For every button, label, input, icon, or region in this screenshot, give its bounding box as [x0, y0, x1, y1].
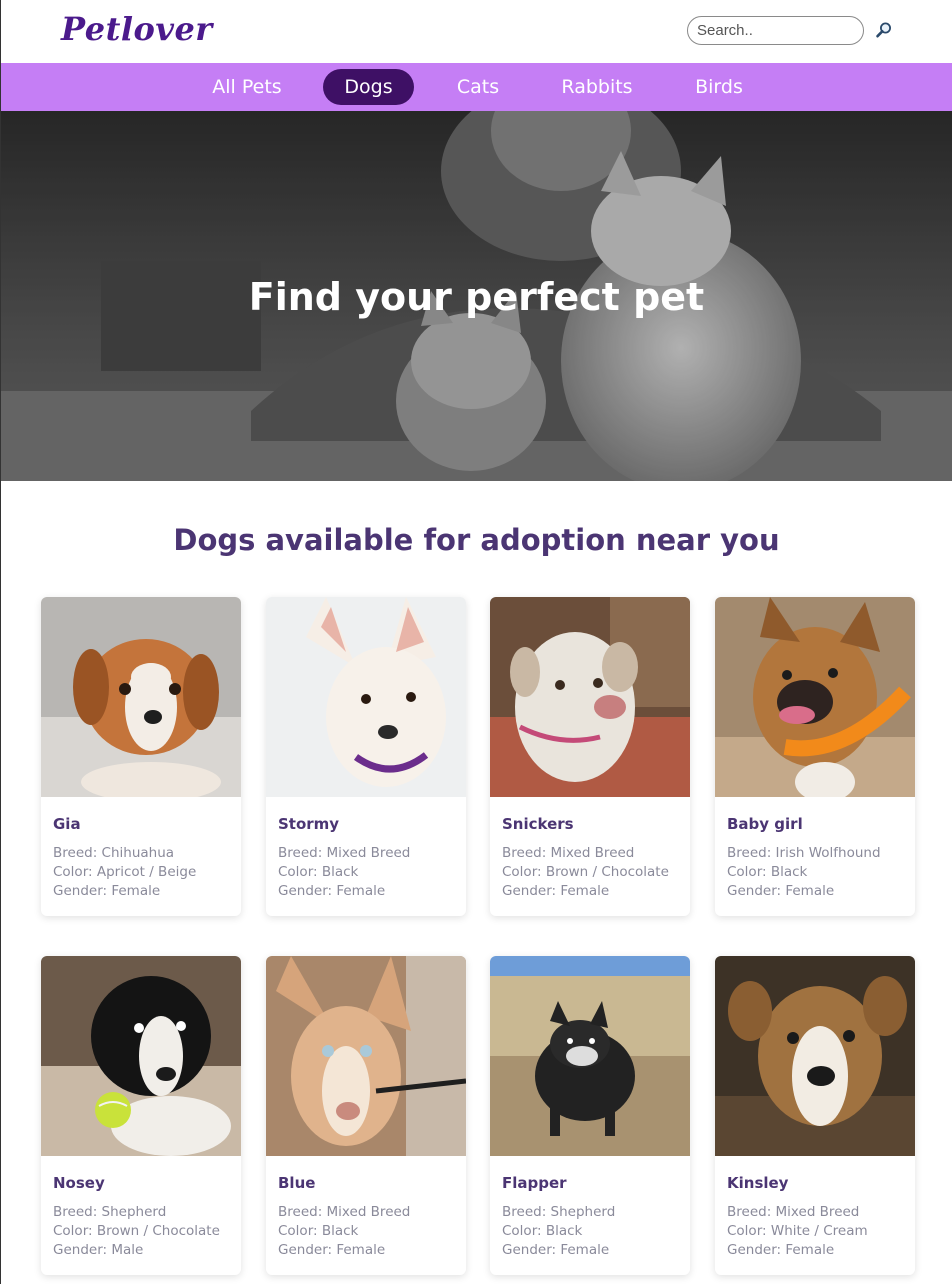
search-box[interactable] — [687, 16, 864, 45]
pet-color: Color: Black — [278, 1223, 359, 1239]
pet-card[interactable]: Stormy Breed: Mixed Breed Color: Black G… — [266, 597, 466, 916]
pet-card[interactable]: Nosey Breed: Shepherd Color: Brown / Cho… — [41, 956, 241, 1275]
dog-photo — [41, 597, 241, 797]
pet-breed: Breed: Mixed Breed — [278, 1204, 411, 1220]
pet-name: Kinsley — [727, 1174, 789, 1192]
dog-photo — [266, 956, 466, 1156]
pet-name: Gia — [53, 815, 81, 833]
pet-card[interactable]: Kinsley Breed: Mixed Breed Color: White … — [715, 956, 915, 1275]
pet-color: Color: Apricot / Beige — [53, 864, 197, 880]
pet-gender: Gender: Female — [727, 1242, 835, 1258]
pet-gender: Gender: Female — [278, 883, 386, 899]
pet-gender: Gender: Male — [53, 1242, 144, 1258]
dog-photo — [490, 597, 690, 797]
pet-name: Snickers — [502, 815, 574, 833]
pet-name: Baby girl — [727, 815, 803, 833]
pet-breed: Breed: Mixed Breed — [502, 845, 635, 861]
pet-color: Color: Black — [278, 864, 359, 880]
pet-breed: Breed: Mixed Breed — [278, 845, 411, 861]
pet-color: Color: White / Cream — [727, 1223, 868, 1239]
pet-breed: Breed: Chihuahua — [53, 845, 175, 861]
nav-item-dogs[interactable]: Dogs — [323, 69, 414, 105]
magnifier-icon[interactable] — [874, 20, 894, 40]
pet-color: Color: Brown / Chocolate — [502, 864, 669, 880]
pet-gender: Gender: Female — [727, 883, 835, 899]
dog-photo — [715, 956, 915, 1156]
category-nav: All Pets Dogs Cats Rabbits Birds — [1, 63, 952, 111]
pet-card[interactable]: Flapper Breed: Shepherd Color: Black Gen… — [490, 956, 690, 1275]
pet-gender: Gender: Female — [53, 883, 161, 899]
dog-photo — [41, 956, 241, 1156]
pet-name: Nosey — [53, 1174, 105, 1192]
pet-breed: Breed: Mixed Breed — [727, 1204, 860, 1220]
nav-item-cats[interactable]: Cats — [441, 69, 515, 105]
search-input[interactable] — [697, 17, 857, 44]
site-header: Petlover — [1, 0, 952, 63]
nav-item-all-pets[interactable]: All Pets — [201, 69, 293, 105]
pet-card[interactable]: Gia Breed: Chihuahua Color: Apricot / Be… — [41, 597, 241, 916]
pet-name: Flapper — [502, 1174, 567, 1192]
pet-name: Blue — [278, 1174, 316, 1192]
pet-card[interactable]: Baby girl Breed: Irish Wolfhound Color: … — [715, 597, 915, 916]
pet-breed: Breed: Shepherd — [53, 1204, 167, 1220]
pet-breed: Breed: Irish Wolfhound — [727, 845, 881, 861]
pet-gender: Gender: Female — [502, 883, 610, 899]
pet-breed: Breed: Shepherd — [502, 1204, 616, 1220]
pet-card[interactable]: Blue Breed: Mixed Breed Color: Black Gen… — [266, 956, 466, 1275]
hero-title: Find your perfect pet — [248, 275, 705, 319]
dog-photo — [266, 597, 466, 797]
site-logo[interactable]: Petlover — [61, 10, 213, 48]
hero-banner: Find your perfect pet — [1, 111, 952, 481]
section-title: Dogs available for adoption near you — [173, 523, 780, 557]
nav-item-rabbits[interactable]: Rabbits — [551, 69, 643, 105]
pet-name: Stormy — [278, 815, 340, 833]
pet-color: Color: Black — [727, 864, 808, 880]
dog-photo — [490, 956, 690, 1156]
nav-item-birds[interactable]: Birds — [681, 69, 757, 105]
pet-gender: Gender: Female — [502, 1242, 610, 1258]
dog-photo — [715, 597, 915, 797]
pet-gender: Gender: Female — [278, 1242, 386, 1258]
pet-color: Color: Brown / Chocolate — [53, 1223, 220, 1239]
pet-card[interactable]: Snickers Breed: Mixed Breed Color: Brown… — [490, 597, 690, 916]
pet-color: Color: Black — [502, 1223, 583, 1239]
